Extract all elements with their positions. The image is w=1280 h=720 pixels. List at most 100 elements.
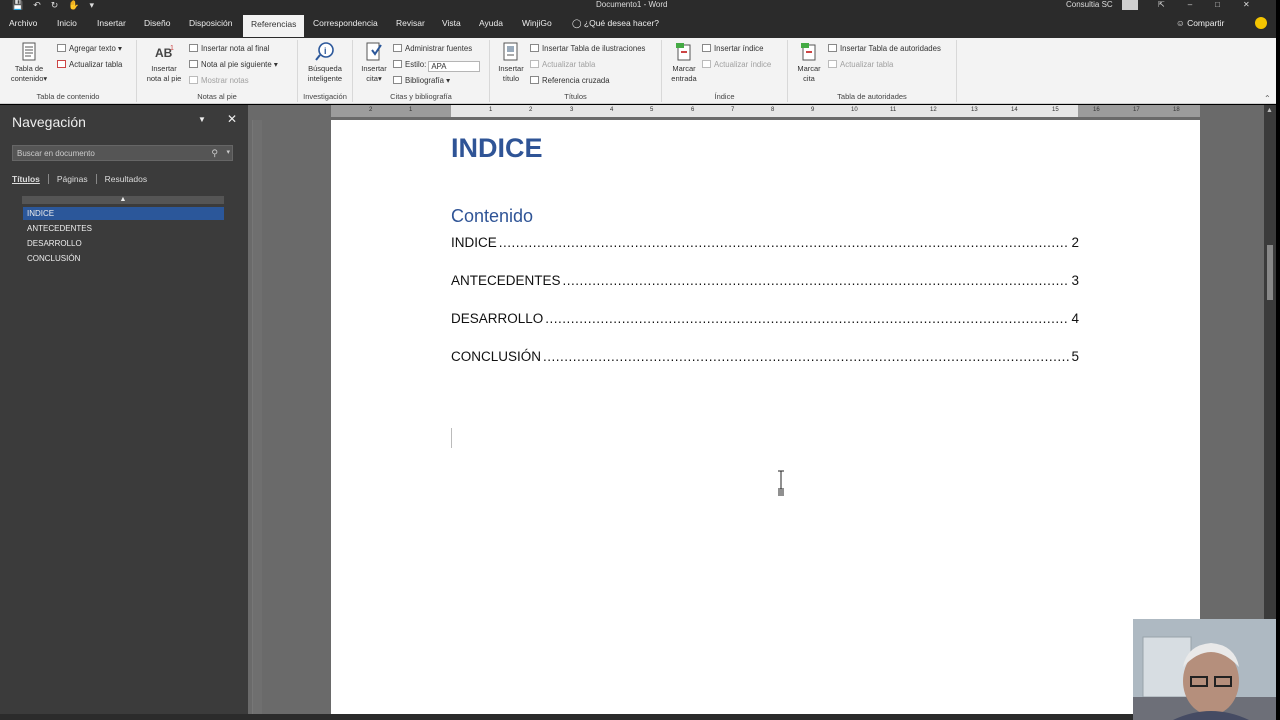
nav-close-icon[interactable]: ✕ [227, 112, 237, 126]
cross-reference-button[interactable]: Referencia cruzada [530, 76, 610, 86]
ruler-tick: 17 [1133, 107, 1140, 113]
horizontal-ruler[interactable]: 2 1 1 2 3 4 5 6 7 8 9 10 11 12 13 14 15 … [331, 105, 1200, 117]
tab-diseno[interactable]: Diseño [144, 18, 170, 28]
toc-button[interactable]: Tabla de contenido▾ [6, 42, 52, 84]
ruler-ticks: 2 1 1 2 3 4 5 6 7 8 9 10 11 12 13 14 15 … [331, 107, 1200, 115]
bibliography-label: Bibliografía [405, 76, 445, 85]
share-button[interactable]: ☺ Compartir [1176, 18, 1224, 28]
toc-entry[interactable]: ANTECEDENTES 3 [451, 273, 1079, 291]
ruler-tick: 14 [1011, 107, 1018, 113]
insert-footnote-button[interactable]: AB 1 Insertar nota al pie [142, 42, 186, 84]
nav-heading-antecedentes[interactable]: ANTECEDENTES [23, 222, 224, 235]
ruler-tick: 2 [369, 107, 373, 113]
tab-referencias[interactable]: Referencias [243, 15, 305, 37]
update-table-figures-label: Actualizar tabla [542, 60, 596, 69]
close-icon[interactable]: ✕ [1243, 0, 1250, 9]
document-page[interactable]: INDICE Contenido INDICE 2 ANTECEDENTES 3 D… [331, 120, 1200, 716]
collapse-ribbon-icon[interactable]: ⌃ [1264, 94, 1271, 103]
insert-table-figures-button[interactable]: Insertar Tabla de ilustraciones [530, 44, 645, 54]
toc-label-1: Tabla de [14, 64, 44, 73]
ibeam-cursor-icon [778, 470, 784, 496]
touch-mode-icon[interactable]: ✋ [68, 0, 79, 10]
toc-leader-dots [545, 311, 1069, 326]
tab-vista[interactable]: Vista [442, 18, 461, 28]
insert-caption-label-1: Insertar [498, 64, 524, 73]
tab-archivo[interactable]: Archivo [9, 18, 37, 28]
smart-lookup-label-2: inteligente [307, 74, 343, 83]
group-label-research: Investigación [303, 92, 347, 101]
caption-icon [503, 42, 518, 61]
show-notes-button[interactable]: Mostrar notas [189, 76, 249, 86]
manage-sources-icon [393, 44, 402, 52]
smart-lookup-label-1: Búsqueda [308, 64, 342, 73]
mark-citation-button[interactable]: Marcar cita [792, 42, 826, 84]
insert-authorities-button[interactable]: Insertar Tabla de autoridades [828, 44, 941, 54]
save-icon[interactable]: 💾 [12, 0, 23, 10]
nav-search-input[interactable]: Buscar en documento ⚲ ▾ [12, 145, 233, 161]
update-authorities-button[interactable]: Actualizar tabla [828, 60, 893, 70]
insert-caption-button[interactable]: Insertar título [494, 42, 528, 84]
tell-me-label: ¿Qué desea hacer? [583, 18, 660, 28]
maximize-icon[interactable]: □ [1215, 0, 1220, 9]
document-heading[interactable]: INDICE [451, 133, 543, 164]
toc-entry[interactable]: CONCLUSIÓN 5 [451, 349, 1079, 367]
tab-inicio[interactable]: Inicio [57, 18, 77, 28]
insert-endnote-button[interactable]: Insertar nota al final [189, 44, 269, 54]
undo-icon[interactable]: ↶ [33, 0, 41, 10]
tab-correspondencia[interactable]: Correspondencia [313, 18, 378, 28]
account-name[interactable]: Consultia SC [1066, 0, 1113, 9]
smart-lookup-icon: i [315, 42, 334, 61]
ribbon-display-icon[interactable]: ⇱ [1158, 0, 1165, 9]
ruler-tick: 9 [811, 107, 815, 113]
insert-citation-button[interactable]: Insertar cita▾ [357, 42, 391, 84]
tab-winjigo[interactable]: WinjiGo [522, 18, 552, 28]
bibliography-icon [393, 76, 402, 84]
feedback-smiley-icon[interactable] [1255, 17, 1267, 29]
tell-me-search[interactable]: ◯ ¿Qué desea hacer? [572, 18, 659, 29]
collapse-all-icon[interactable]: ▲ [22, 196, 224, 204]
next-footnote-button[interactable]: Nota al pie siguiente ▾ [189, 60, 278, 70]
tab-disposicion[interactable]: Disposición [189, 18, 232, 28]
style-selector[interactable]: Estilo: APA [393, 60, 481, 72]
tab-insertar[interactable]: Insertar [97, 18, 126, 28]
smart-lookup-button[interactable]: i Búsqueda inteligente [302, 42, 348, 84]
tab-revisar[interactable]: Revisar [396, 18, 425, 28]
nav-tab-pages[interactable]: Páginas [57, 174, 97, 184]
mark-entry-label-2: entrada [671, 74, 697, 83]
mark-entry-button[interactable]: Marcar entrada [666, 42, 702, 84]
avatar[interactable] [1122, 0, 1138, 10]
nav-tabs: Títulos Páginas Resultados [12, 174, 163, 184]
add-text-button[interactable]: Agregar texto ▾ [57, 44, 122, 54]
minimize-icon[interactable]: – [1188, 0, 1192, 9]
mark-entry-icon [676, 43, 691, 61]
insert-index-button[interactable]: Insertar índice [702, 44, 763, 54]
update-toc-button[interactable]: Actualizar tabla [57, 60, 122, 70]
search-icon[interactable]: ⚲ [211, 148, 218, 159]
update-index-button[interactable]: Actualizar índice [702, 60, 771, 70]
nav-heading-conclusion[interactable]: CONCLUSIÓN [23, 252, 224, 265]
search-dropdown-icon[interactable]: ▾ [226, 148, 230, 156]
style-dropdown[interactable]: APA [428, 61, 481, 72]
ruler-tick: 2 [529, 107, 533, 113]
toc-heading[interactable]: Contenido [451, 206, 533, 227]
nav-options-icon[interactable]: ▼ [198, 115, 206, 124]
tab-ayuda[interactable]: Ayuda [479, 18, 503, 28]
toc-entry[interactable]: DESARROLLO 4 [451, 311, 1079, 329]
customize-icon[interactable]: ▾ [90, 0, 95, 10]
redo-icon[interactable]: ↻ [51, 0, 59, 10]
manage-sources-button[interactable]: Administrar fuentes [393, 44, 472, 54]
update-table-figures-button[interactable]: Actualizar tabla [530, 60, 595, 70]
scrollbar-thumb[interactable] [1267, 245, 1273, 300]
nav-tab-results[interactable]: Resultados [105, 174, 156, 184]
group-label-toc: Tabla de contenido [36, 92, 100, 101]
nav-tab-headings[interactable]: Títulos [12, 174, 49, 184]
toc-entry-page: 3 [1071, 273, 1079, 288]
toc-entry[interactable]: INDICE 2 [451, 235, 1079, 253]
ruler-tick: 13 [971, 107, 978, 113]
scroll-up-icon[interactable]: ▲ [1266, 107, 1273, 114]
nav-heading-indice[interactable]: INDICE [23, 207, 224, 220]
nav-heading-desarrollo[interactable]: DESARROLLO [23, 237, 224, 250]
bibliography-button[interactable]: Bibliografía ▾ [393, 76, 450, 86]
ruler-tick: 11 [890, 107, 897, 113]
ruler-tick: 1 [489, 107, 493, 113]
